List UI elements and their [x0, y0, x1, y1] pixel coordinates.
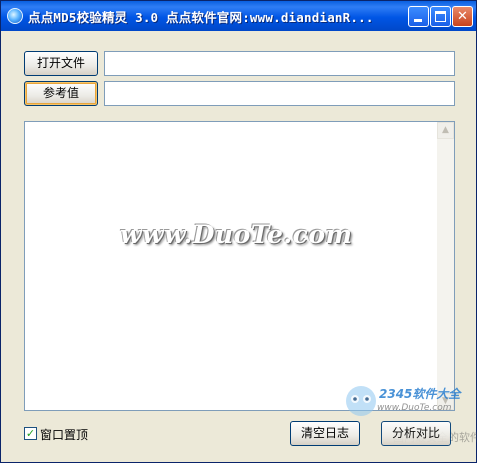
minimize-icon [414, 19, 422, 22]
maximize-button[interactable] [430, 6, 451, 27]
clear-log-button[interactable]: 清空日志 [290, 421, 360, 446]
overlay-brand: 2345软件大全 [379, 387, 461, 401]
main-window: 点点MD5校验精灵 3.0 点点软件官网:www.diandianR... ✕ … [0, 0, 477, 463]
vertical-scrollbar[interactable]: ▲ ▼ [437, 122, 454, 410]
topmost-checkbox-label[interactable]: 窗口置顶 [40, 426, 88, 443]
maximize-icon [435, 11, 446, 22]
compare-button[interactable]: 分析对比 [381, 421, 451, 446]
mascot-icon [346, 386, 376, 416]
close-icon: ✕ [457, 9, 468, 24]
scroll-up-icon[interactable]: ▲ [437, 122, 454, 139]
reference-value-field[interactable] [104, 81, 455, 106]
minimize-button[interactable] [408, 6, 429, 27]
title-bar[interactable]: 点点MD5校验精灵 3.0 点点软件官网:www.diandianR... ✕ [1, 1, 476, 31]
window-title: 点点MD5校验精灵 3.0 点点软件官网:www.diandianR... [28, 10, 374, 25]
open-file-button[interactable]: 打开文件 [24, 51, 98, 76]
app-icon [7, 8, 23, 24]
topmost-checkbox[interactable]: ✓ [24, 427, 37, 440]
file-path-field[interactable] [104, 51, 455, 76]
overlay-url: www.DuoTe.com [377, 403, 452, 413]
reference-value-button[interactable]: 参考值 [24, 81, 98, 106]
watermark-text: www.DuoTe.com [120, 220, 353, 249]
close-button[interactable]: ✕ [452, 6, 473, 27]
log-textarea[interactable]: www.DuoTe.com ▲ ▼ [24, 121, 455, 411]
